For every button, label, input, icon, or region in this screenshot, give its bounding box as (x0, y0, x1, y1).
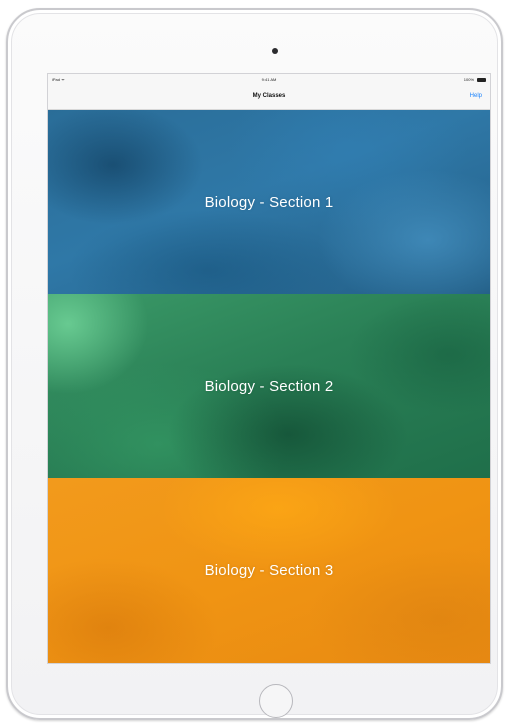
class-card-label: Biology - Section 3 (204, 562, 334, 579)
page-title: My Classes (252, 93, 286, 99)
navigation-bar: My Classes Help (48, 86, 490, 110)
status-bar: iPad ᯤ 9:41 AM 100% (48, 74, 490, 86)
home-button[interactable] (259, 684, 293, 718)
class-card-label: Biology - Section 2 (204, 377, 334, 395)
class-card-section-1[interactable]: Biology - Section 1 (48, 110, 490, 294)
help-button[interactable]: Help (470, 93, 482, 99)
status-time: 9:41 AM (261, 77, 277, 82)
battery-icon (477, 78, 486, 82)
class-card-section-3[interactable]: Biology - Section 3 (48, 478, 490, 663)
class-card-section-2[interactable]: Biology - Section 2 (48, 294, 490, 478)
battery-percent: 100% (463, 77, 474, 82)
class-card-label: Biology - Section 1 (204, 193, 334, 211)
camera-icon (272, 48, 278, 54)
app-screen: iPad ᯤ 9:41 AM 100% My Classes Help Biol… (48, 74, 490, 663)
